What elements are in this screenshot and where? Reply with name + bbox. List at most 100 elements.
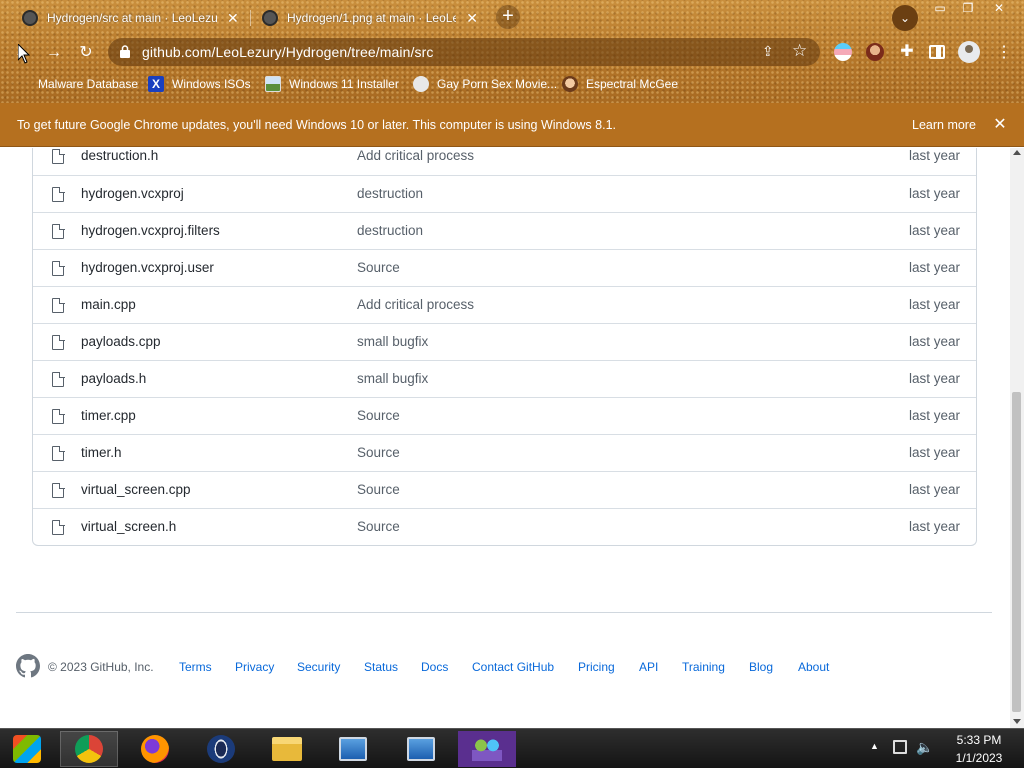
page-scrollbar[interactable] xyxy=(1010,148,1024,728)
footer-link-privacy[interactable]: Privacy xyxy=(235,660,274,674)
commit-message-link[interactable]: small bugfix xyxy=(357,334,428,349)
taskbar-people-app[interactable] xyxy=(458,731,516,767)
extension-flag-icon[interactable] xyxy=(834,43,852,61)
commit-message-link[interactable]: Add critical process xyxy=(357,148,474,163)
lock-icon[interactable] xyxy=(120,45,130,58)
file-name-link[interactable]: main.cpp xyxy=(81,297,136,312)
file-row[interactable]: main.cpp Add critical process last year xyxy=(33,286,976,323)
github-logo-icon[interactable] xyxy=(16,654,40,678)
footer-link-pricing[interactable]: Pricing xyxy=(578,660,615,674)
commit-message-link[interactable]: small bugfix xyxy=(357,371,428,386)
file-name-link[interactable]: virtual_screen.cpp xyxy=(81,482,191,497)
commit-message-link[interactable]: Source xyxy=(357,408,400,423)
taskbar-opera[interactable] xyxy=(192,731,250,767)
scroll-up-arrow-icon[interactable] xyxy=(1013,150,1021,155)
extensions-puzzle-icon[interactable]: ✚ xyxy=(898,43,916,61)
commit-message-link[interactable]: Add critical process xyxy=(357,297,474,312)
bookmark-movie-site[interactable]: Gay Porn Sex Movie... xyxy=(413,75,557,93)
file-name-link[interactable]: hydrogen.vcxproj.filters xyxy=(81,223,220,238)
commit-message-link[interactable]: Source xyxy=(357,519,400,534)
taskbar-remote-desktop-2[interactable] xyxy=(392,731,450,767)
file-row[interactable]: hydrogen.vcxproj.user Source last year xyxy=(33,249,976,286)
file-row[interactable]: virtual_screen.cpp Source last year xyxy=(33,471,976,508)
footer-link-api[interactable]: API xyxy=(639,660,658,674)
file-name-link[interactable]: hydrogen.vcxproj xyxy=(81,186,184,201)
footer-link-about[interactable]: About xyxy=(798,660,829,674)
taskbar-firefox[interactable] xyxy=(126,731,184,767)
taskbar-file-explorer[interactable] xyxy=(258,731,316,767)
new-tab-button[interactable]: + xyxy=(496,5,520,29)
clock-time[interactable]: 5:33 PM xyxy=(945,733,1013,747)
share-icon[interactable]: ⇪ xyxy=(762,43,774,60)
bookmark-label: Windows ISOs xyxy=(172,77,251,91)
file-row[interactable]: payloads.cpp small bugfix last year xyxy=(33,323,976,360)
footer-link-status[interactable]: Status xyxy=(364,660,398,674)
window-minimize-button[interactable]: ▭ xyxy=(926,0,954,18)
taskbar-chrome[interactable] xyxy=(60,731,118,767)
commit-message-link[interactable]: destruction xyxy=(357,186,423,201)
tab-close-icon[interactable]: ✕ xyxy=(227,10,239,27)
clock-date[interactable]: 1/1/2023 xyxy=(945,751,1013,765)
file-icon xyxy=(52,148,65,164)
footer-link-contact-github[interactable]: Contact GitHub xyxy=(472,660,554,674)
tab-hydrogen-src[interactable]: Hydrogen/src at main · LeoLezury/Hydroge… xyxy=(12,4,250,32)
commit-message-link[interactable]: Source xyxy=(357,445,400,460)
side-panel-icon[interactable] xyxy=(929,45,945,59)
tab-separator xyxy=(250,10,251,26)
bookmark-espectral-mcgee[interactable]: Espectral McGee xyxy=(562,75,678,93)
footer-link-blog[interactable]: Blog xyxy=(749,660,773,674)
bookmark-star-icon[interactable]: ☆ xyxy=(792,41,807,61)
volume-icon[interactable]: 🔈 xyxy=(916,739,933,756)
window-restore-button[interactable]: ❐ xyxy=(954,0,982,18)
file-name-link[interactable]: payloads.cpp xyxy=(81,334,161,349)
extension-avatar-icon[interactable] xyxy=(866,43,884,61)
scroll-down-arrow-icon[interactable] xyxy=(1013,719,1021,724)
profile-avatar-icon[interactable] xyxy=(958,41,980,63)
bookmark-label: Malware Database xyxy=(38,77,139,91)
file-row[interactable]: hydrogen.vcxproj destruction last year xyxy=(33,175,976,212)
commit-message-link[interactable]: Source xyxy=(357,260,400,275)
tab-hydrogen-png[interactable]: Hydrogen/1.png at main · LeoLezury/Hydro… xyxy=(252,4,488,32)
bookmark-windows-11-installer[interactable]: Windows 11 Installer xyxy=(265,75,399,93)
bookmark-malware-database[interactable]: Malware Database xyxy=(14,75,138,93)
file-row[interactable]: virtual_screen.h Source last year xyxy=(33,508,976,545)
scroll-thumb[interactable] xyxy=(1012,392,1021,712)
window-close-button[interactable]: ✕ xyxy=(984,0,1014,18)
file-icon xyxy=(52,223,65,239)
file-row[interactable]: timer.h Source last year xyxy=(33,434,976,471)
address-bar[interactable]: github.com/LeoLezury/Hydrogen/tree/main/… xyxy=(108,38,820,66)
footer-link-security[interactable]: Security xyxy=(297,660,340,674)
file-name-link[interactable]: timer.cpp xyxy=(81,408,136,423)
learn-more-link[interactable]: Learn more xyxy=(912,118,976,132)
file-name-link[interactable]: hydrogen.vcxproj.user xyxy=(81,260,214,275)
file-row[interactable]: hydrogen.vcxproj.filters destruction last … xyxy=(33,212,976,249)
chrome-menu-icon[interactable]: ⋮ xyxy=(996,42,1012,62)
forward-button[interactable]: → xyxy=(42,41,66,65)
tray-overflow-icon[interactable]: ▲ xyxy=(870,741,879,751)
commit-message-link[interactable]: destruction xyxy=(357,223,423,238)
footer-link-docs[interactable]: Docs xyxy=(421,660,448,674)
url-text[interactable]: github.com/LeoLezury/Hydrogen/tree/main/… xyxy=(142,44,433,60)
commit-message-link[interactable]: Source xyxy=(357,482,400,497)
start-button[interactable] xyxy=(0,731,54,767)
file-row[interactable]: destruction.h Add critical process last ye… xyxy=(33,148,976,175)
reload-button[interactable]: ↻ xyxy=(74,41,98,65)
taskbar-remote-desktop-1[interactable] xyxy=(324,731,382,767)
footer-link-training[interactable]: Training xyxy=(682,660,725,674)
file-name-link[interactable]: virtual_screen.h xyxy=(81,519,176,534)
film-icon xyxy=(413,76,429,92)
file-name-link[interactable]: destruction.h xyxy=(81,148,158,163)
file-name-link[interactable]: timer.h xyxy=(81,445,122,460)
network-icon[interactable] xyxy=(893,740,907,754)
file-name-link[interactable]: payloads.h xyxy=(81,371,146,386)
footer-link-terms[interactable]: Terms xyxy=(179,660,212,674)
remote-desktop-icon xyxy=(407,737,435,761)
update-infobar: To get future Google Chrome updates, you… xyxy=(0,103,1024,147)
infobar-close-icon[interactable]: ✕ xyxy=(992,114,1008,134)
tab-search-button[interactable]: ⌄ xyxy=(892,5,918,31)
file-row[interactable]: payloads.h small bugfix last year xyxy=(33,360,976,397)
file-row[interactable]: timer.cpp Source last year xyxy=(33,397,976,434)
tab-close-icon[interactable]: ✕ xyxy=(466,10,478,27)
bookmarks-bar: Malware Database X Windows ISOs Windows … xyxy=(0,72,1024,96)
bookmark-windows-isos[interactable]: X Windows ISOs xyxy=(148,75,251,93)
